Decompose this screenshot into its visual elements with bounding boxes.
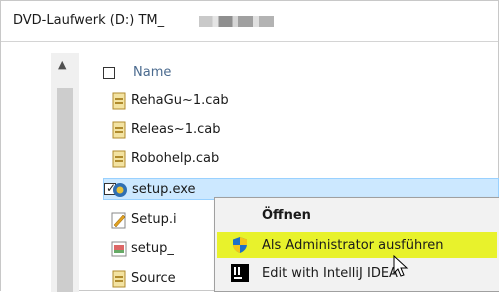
file-row[interactable]: Robohelp.cab bbox=[81, 148, 499, 170]
scrollbar-thumb[interactable] bbox=[57, 88, 73, 292]
setup-image-icon bbox=[111, 241, 127, 257]
column-header[interactable]: Name bbox=[81, 62, 481, 84]
file-name: RehaGu~1.cab bbox=[131, 93, 229, 108]
address-path: DVD-Laufwerk (D:) TM_ bbox=[13, 13, 165, 28]
cab-file-icon bbox=[112, 270, 126, 288]
file-name: Robohelp.cab bbox=[131, 151, 220, 166]
intellij-icon bbox=[231, 264, 249, 282]
menu-item-open[interactable]: Öffnen bbox=[217, 202, 497, 228]
uac-shield-icon bbox=[233, 237, 247, 253]
file-name: setup_ bbox=[131, 241, 174, 256]
menu-item-label: Öffnen bbox=[262, 208, 311, 223]
menu-item-run-as-admin[interactable]: Als Administrator ausführen bbox=[217, 232, 497, 258]
scroll-up-arrow-icon[interactable]: ▲ bbox=[58, 59, 66, 71]
explorer-window: DVD-Laufwerk (D:) TM_ ▲ Name RehaGu~1.ca… bbox=[0, 0, 499, 292]
file-name: Source bbox=[131, 271, 176, 286]
mouse-cursor-icon bbox=[393, 255, 409, 277]
context-menu: Öffnen Als Administrator ausführen Edit … bbox=[214, 197, 499, 292]
cab-file-icon bbox=[112, 92, 126, 110]
column-header-name[interactable]: Name bbox=[133, 65, 171, 80]
redacted-label bbox=[199, 16, 274, 27]
setup-exe-icon bbox=[113, 183, 127, 197]
menu-item-edit-intellij[interactable]: Edit with IntelliJ IDEA bbox=[217, 260, 497, 286]
menu-item-label: Edit with IntelliJ IDEA bbox=[262, 266, 398, 281]
setup-ini-icon bbox=[111, 212, 126, 229]
file-row[interactable]: RehaGu~1.cab bbox=[81, 90, 499, 112]
menu-item-label: Als Administrator ausführen bbox=[262, 238, 444, 253]
file-name: Releas~1.cab bbox=[131, 122, 221, 137]
vertical-scrollbar[interactable]: ▲ bbox=[51, 53, 79, 292]
address-bar[interactable]: DVD-Laufwerk (D:) TM_ bbox=[1, 1, 498, 42]
file-name: setup.exe bbox=[132, 182, 196, 197]
select-all-checkbox[interactable] bbox=[103, 67, 115, 79]
file-row[interactable]: Releas~1.cab bbox=[81, 119, 499, 141]
cab-file-icon bbox=[112, 150, 126, 168]
cab-file-icon bbox=[112, 121, 126, 139]
navigation-pane bbox=[1, 42, 51, 292]
file-name: Setup.i bbox=[131, 212, 177, 227]
